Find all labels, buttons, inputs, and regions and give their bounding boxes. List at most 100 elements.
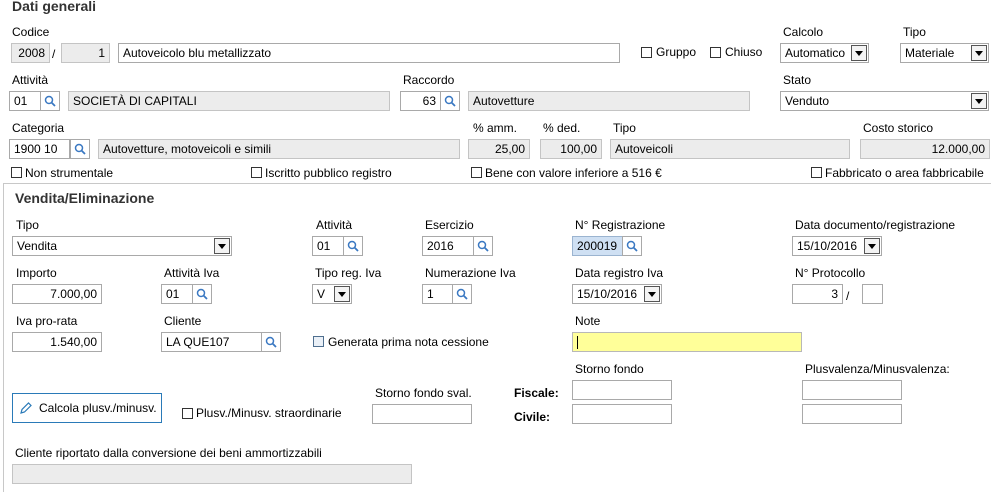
descrizione-field[interactable]: Autoveicolo blu metallizzato (118, 43, 620, 63)
n-protocollo-field[interactable]: 3 (792, 284, 843, 304)
attivita-description-field: SOCIETÀ DI CAPITALI (68, 91, 390, 111)
storno-fondo-fiscale-field[interactable] (572, 380, 672, 400)
data-documento-label: Data documento/registrazione (795, 218, 956, 232)
data-documento-value: 15/10/2016 (797, 239, 858, 253)
perc-ded-label: % ded. (543, 121, 581, 135)
iscritto-label: Iscritto pubblico registro (265, 166, 392, 180)
codice-anno-field[interactable]: 2008 (11, 43, 50, 63)
tipo-categoria-field: Autoveicoli (610, 139, 850, 159)
non-strumentale-checkbox[interactable] (11, 167, 22, 178)
costo-storico-label: Costo storico (863, 121, 934, 135)
stato-label: Stato (783, 73, 812, 87)
tipo-value: Materiale (905, 46, 955, 60)
vendita-tipo-value: Vendita (17, 239, 58, 253)
tipo-label: Tipo (903, 25, 926, 39)
raccordo-search-icon[interactable] (440, 91, 460, 111)
n-registrazione-search-icon[interactable] (622, 236, 642, 256)
chiuso-checkbox[interactable] (710, 47, 721, 58)
categoria-search-icon[interactable] (70, 139, 90, 159)
importo-field[interactable]: 7.000,00 (12, 284, 102, 304)
raccordo-description-field: Autovetture (468, 91, 750, 111)
note-label: Note (575, 314, 601, 328)
fabbricato-label: Fabbricato o area fabbricabile (825, 166, 984, 180)
codice-numero-field[interactable]: 1 (61, 43, 110, 63)
vendita-attivita-label: Attività (316, 218, 353, 232)
non-strumentale-label: Non strumentale (25, 166, 114, 180)
tipo-reg-iva-dropdown-icon[interactable] (334, 286, 350, 302)
plusvalenza-fiscale-field[interactable] (802, 380, 902, 400)
plusv-straord-label: Plusv./Minusv. straordinarie (196, 406, 342, 420)
stato-select[interactable]: Venduto (780, 91, 989, 111)
storno-fondo-civile-field[interactable] (572, 404, 672, 424)
vendita-tipo-select[interactable]: Vendita (12, 236, 232, 256)
vendita-attivita-search-icon[interactable] (343, 236, 363, 256)
n-registrazione-field[interactable]: 200019 (572, 236, 623, 256)
attivita-iva-field[interactable]: 01 (161, 284, 193, 304)
numerazione-iva-search-icon[interactable] (452, 284, 472, 304)
numerazione-iva-label: Numerazione Iva (425, 266, 516, 280)
vendita-tipo-dropdown-icon[interactable] (214, 238, 230, 254)
stato-dropdown-icon[interactable] (971, 93, 987, 109)
data-registro-iva-value: 15/10/2016 (577, 287, 638, 301)
attivita-iva-label: Attività Iva (164, 266, 220, 280)
calcola-plusv-button[interactable]: Calcola plusv./minusv. (12, 393, 162, 423)
tipo-categoria-label: Tipo (613, 121, 636, 135)
numerazione-iva-field[interactable]: 1 (422, 284, 453, 304)
n-protocollo-separator: / (846, 289, 850, 303)
esercizio-field[interactable]: 2016 (422, 236, 474, 256)
fabbricato-checkbox[interactable] (811, 167, 822, 178)
data-registro-iva-dropdown-icon[interactable] (644, 286, 660, 302)
bene-checkbox[interactable] (471, 167, 482, 178)
attivita-label: Attività (12, 73, 49, 87)
attivita-code-field[interactable]: 01 (9, 91, 41, 111)
generata-label: Generata prima nota cessione (328, 335, 489, 349)
perc-ded-field: 100,00 (540, 139, 602, 159)
note-field[interactable] (572, 332, 802, 352)
pencil-icon (20, 402, 32, 414)
calcola-plusv-label: Calcola plusv./minusv. (39, 401, 157, 415)
text-cursor (577, 336, 578, 350)
plusv-straord-checkbox[interactable] (182, 408, 193, 419)
civile-label: Civile: (514, 410, 551, 424)
calcolo-value: Automatico (785, 46, 846, 60)
categoria-description-field: Autovetture, motoveicoli e simili (98, 139, 460, 159)
section-divider (3, 183, 991, 184)
tipo-reg-iva-value: V (317, 287, 326, 301)
esercizio-search-icon[interactable] (473, 236, 493, 256)
raccordo-label: Raccordo (403, 73, 455, 87)
fiscale-label: Fiscale: (514, 386, 559, 400)
cliente-field[interactable]: LA QUE107 (161, 332, 262, 352)
gruppo-checkbox[interactable] (641, 47, 652, 58)
storno-fondo-sval-field[interactable] (372, 404, 472, 424)
n-protocollo-suffix-field[interactable] (862, 284, 883, 304)
vendita-attivita-field[interactable]: 01 (312, 236, 344, 256)
n-protocollo-label: N° Protocollo (795, 266, 866, 280)
attivita-search-icon[interactable] (40, 91, 60, 111)
perc-amm-label: % amm. (473, 121, 518, 135)
section-border-left (3, 183, 4, 492)
codice-separator: / (52, 47, 56, 61)
perc-amm-field: 25,00 (468, 139, 530, 159)
attivita-iva-search-icon[interactable] (192, 284, 212, 304)
calcolo-dropdown-icon[interactable] (851, 45, 867, 61)
raccordo-code-field[interactable]: 63 (400, 91, 441, 111)
bene-label: Bene con valore inferiore a 516 € (485, 166, 662, 180)
esercizio-label: Esercizio (425, 218, 474, 232)
iscritto-checkbox[interactable] (251, 167, 262, 178)
iva-pro-rata-label: Iva pro-rata (16, 314, 78, 328)
cliente-riportato-field (12, 464, 412, 484)
tipo-reg-iva-label: Tipo reg. Iva (315, 266, 382, 280)
calcolo-label: Calcolo (783, 25, 824, 39)
iva-pro-rata-field[interactable]: 1.540,00 (12, 332, 102, 352)
n-registrazione-label: N° Registrazione (575, 218, 666, 232)
generata-checkbox[interactable] (313, 336, 324, 347)
cliente-search-icon[interactable] (261, 332, 281, 352)
categoria-code-field[interactable]: 1900 10 (9, 139, 70, 159)
data-registro-iva-label: Data registro Iva (575, 266, 664, 280)
plusvalenza-civile-field[interactable] (802, 404, 902, 424)
storno-fondo-label: Storno fondo (575, 362, 644, 376)
section-title-dati-generali: Dati generali (12, 0, 97, 14)
data-documento-dropdown-icon[interactable] (864, 238, 880, 254)
tipo-dropdown-icon[interactable] (971, 45, 987, 61)
chiuso-label: Chiuso (725, 45, 763, 59)
